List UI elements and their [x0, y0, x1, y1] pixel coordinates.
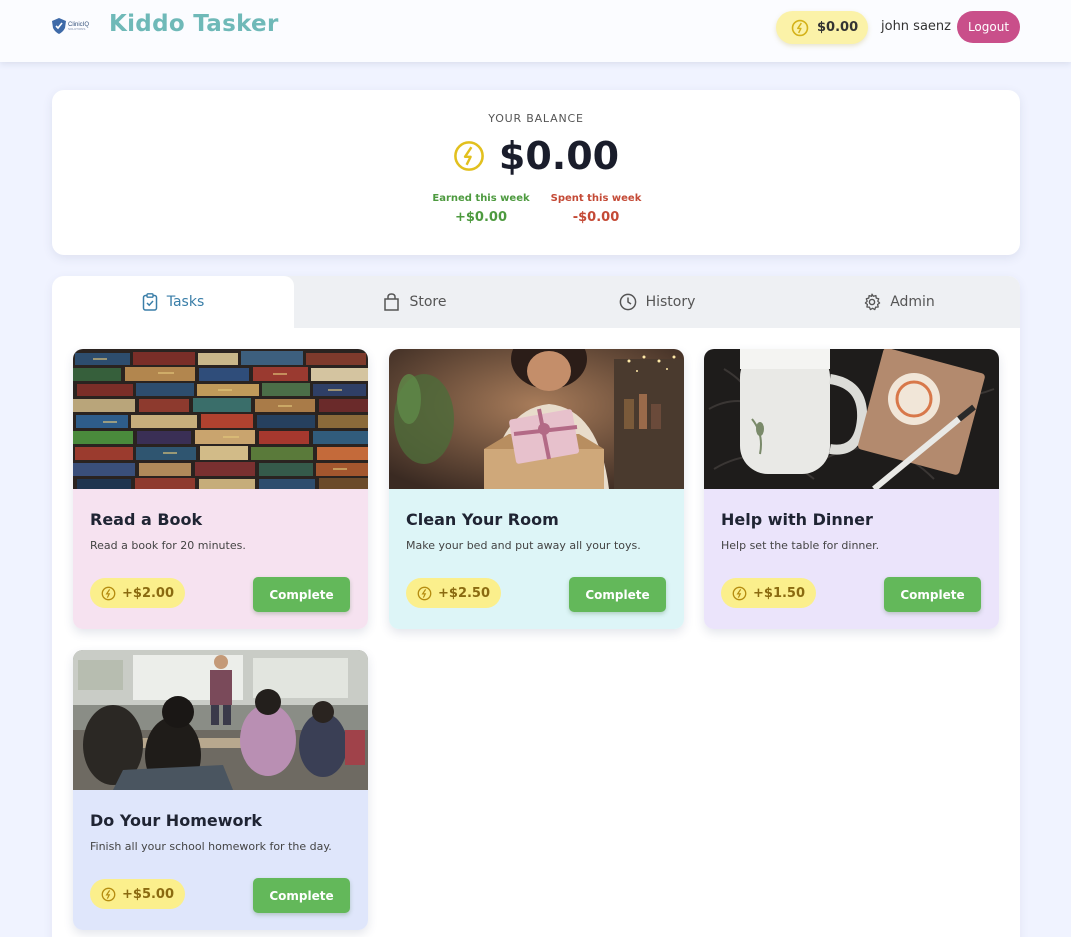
task-image-gift [389, 349, 684, 489]
task-reward-badge: +$2.00 [90, 578, 186, 608]
task-reward-value: +$5.00 [122, 886, 175, 902]
coin-balance-value: $0.00 [817, 20, 859, 35]
shield-icon [52, 18, 66, 34]
coin-icon [454, 141, 484, 171]
tab-label: History [645, 294, 696, 310]
complete-button[interactable]: Complete [253, 878, 350, 913]
tab-label: Store [409, 294, 447, 310]
tab-tasks[interactable]: Tasks [52, 276, 294, 328]
task-description: Read a book for 20 minutes. [90, 539, 246, 552]
spent-value: -$0.00 [572, 210, 620, 225]
logout-button[interactable]: Logout [957, 11, 1020, 43]
earned-value: +$0.00 [454, 210, 507, 225]
coin-icon [417, 586, 432, 600]
clock-icon [619, 293, 636, 311]
task-card-clean-your-room: Clean Your Room Make your bed and put aw… [389, 349, 684, 629]
task-card-body: Read a Book Read a book for 20 minutes. … [73, 489, 368, 629]
task-description: Make your bed and put away all your toys… [406, 539, 641, 552]
tab-label: Tasks [166, 294, 205, 310]
task-image-mug [704, 349, 999, 489]
task-card-help-with-dinner: Help with Dinner Help set the table for … [704, 349, 999, 629]
company-logo: ClinicIQ SOLUTIONS [52, 16, 94, 36]
task-description: Help set the table for dinner. [721, 539, 880, 552]
task-card-do-your-homework: Do Your Homework Finish all your school … [73, 650, 368, 930]
top-navbar: ClinicIQ SOLUTIONS Kiddo Tasker $0.00 joh… [0, 0, 1071, 62]
task-title: Clean Your Room [406, 510, 559, 529]
task-card-read-a-book: Read a Book Read a book for 20 minutes. … [73, 349, 368, 629]
earned-label: Earned this week [432, 193, 530, 204]
earned-this-week: Earned this week +$0.00 [431, 193, 531, 225]
task-card-body: Clean Your Room Make your bed and put aw… [389, 489, 684, 629]
tab-store[interactable]: Store [294, 276, 536, 328]
complete-button[interactable]: Complete [884, 577, 981, 612]
username: john saenz [881, 19, 951, 34]
coin-icon [732, 586, 747, 600]
task-image-classroom [73, 650, 368, 790]
tab-bar: Tasks Store History Admin [52, 276, 1020, 328]
balance-amount: $0.00 [498, 134, 620, 178]
clipboard-check-icon [142, 293, 157, 311]
task-title: Do Your Homework [90, 811, 263, 830]
gear-icon [864, 293, 881, 311]
tasks-panel: Tasks Store History Admin Read a Book Re… [52, 276, 1020, 937]
shopping-bag-icon [384, 293, 400, 311]
task-reward-value: +$1.50 [753, 585, 806, 601]
coin-balance-badge: $0.00 [776, 11, 868, 44]
task-card-body: Do Your Homework Finish all your school … [73, 790, 368, 930]
spent-label: Spent this week [550, 193, 642, 204]
task-reward-badge: +$1.50 [721, 578, 817, 608]
app-title: Kiddo Tasker [109, 11, 279, 37]
tab-history[interactable]: History [536, 276, 778, 328]
coin-icon [101, 586, 116, 600]
task-description: Finish all your school homework for the … [90, 840, 332, 853]
task-image-books [73, 349, 368, 489]
balance-card: YOUR BALANCE $0.00 Earned this week +$0.… [52, 90, 1020, 255]
task-title: Read a Book [90, 510, 203, 529]
tab-admin[interactable]: Admin [778, 276, 1020, 328]
balance-label: YOUR BALANCE [488, 112, 584, 125]
coin-icon [101, 887, 116, 901]
task-reward-value: +$2.50 [438, 585, 491, 601]
complete-button[interactable]: Complete [569, 577, 666, 612]
tab-label: Admin [890, 294, 935, 310]
task-reward-value: +$2.00 [122, 585, 175, 601]
spent-this-week: Spent this week -$0.00 [546, 193, 646, 225]
complete-button[interactable]: Complete [253, 577, 350, 612]
task-card-body: Help with Dinner Help set the table for … [704, 489, 999, 629]
coin-icon [791, 19, 809, 36]
logo-subtitle: SOLUTIONS [68, 26, 86, 31]
task-reward-badge: +$2.50 [406, 578, 502, 608]
task-reward-badge: +$5.00 [90, 879, 186, 909]
task-title: Help with Dinner [721, 510, 873, 529]
